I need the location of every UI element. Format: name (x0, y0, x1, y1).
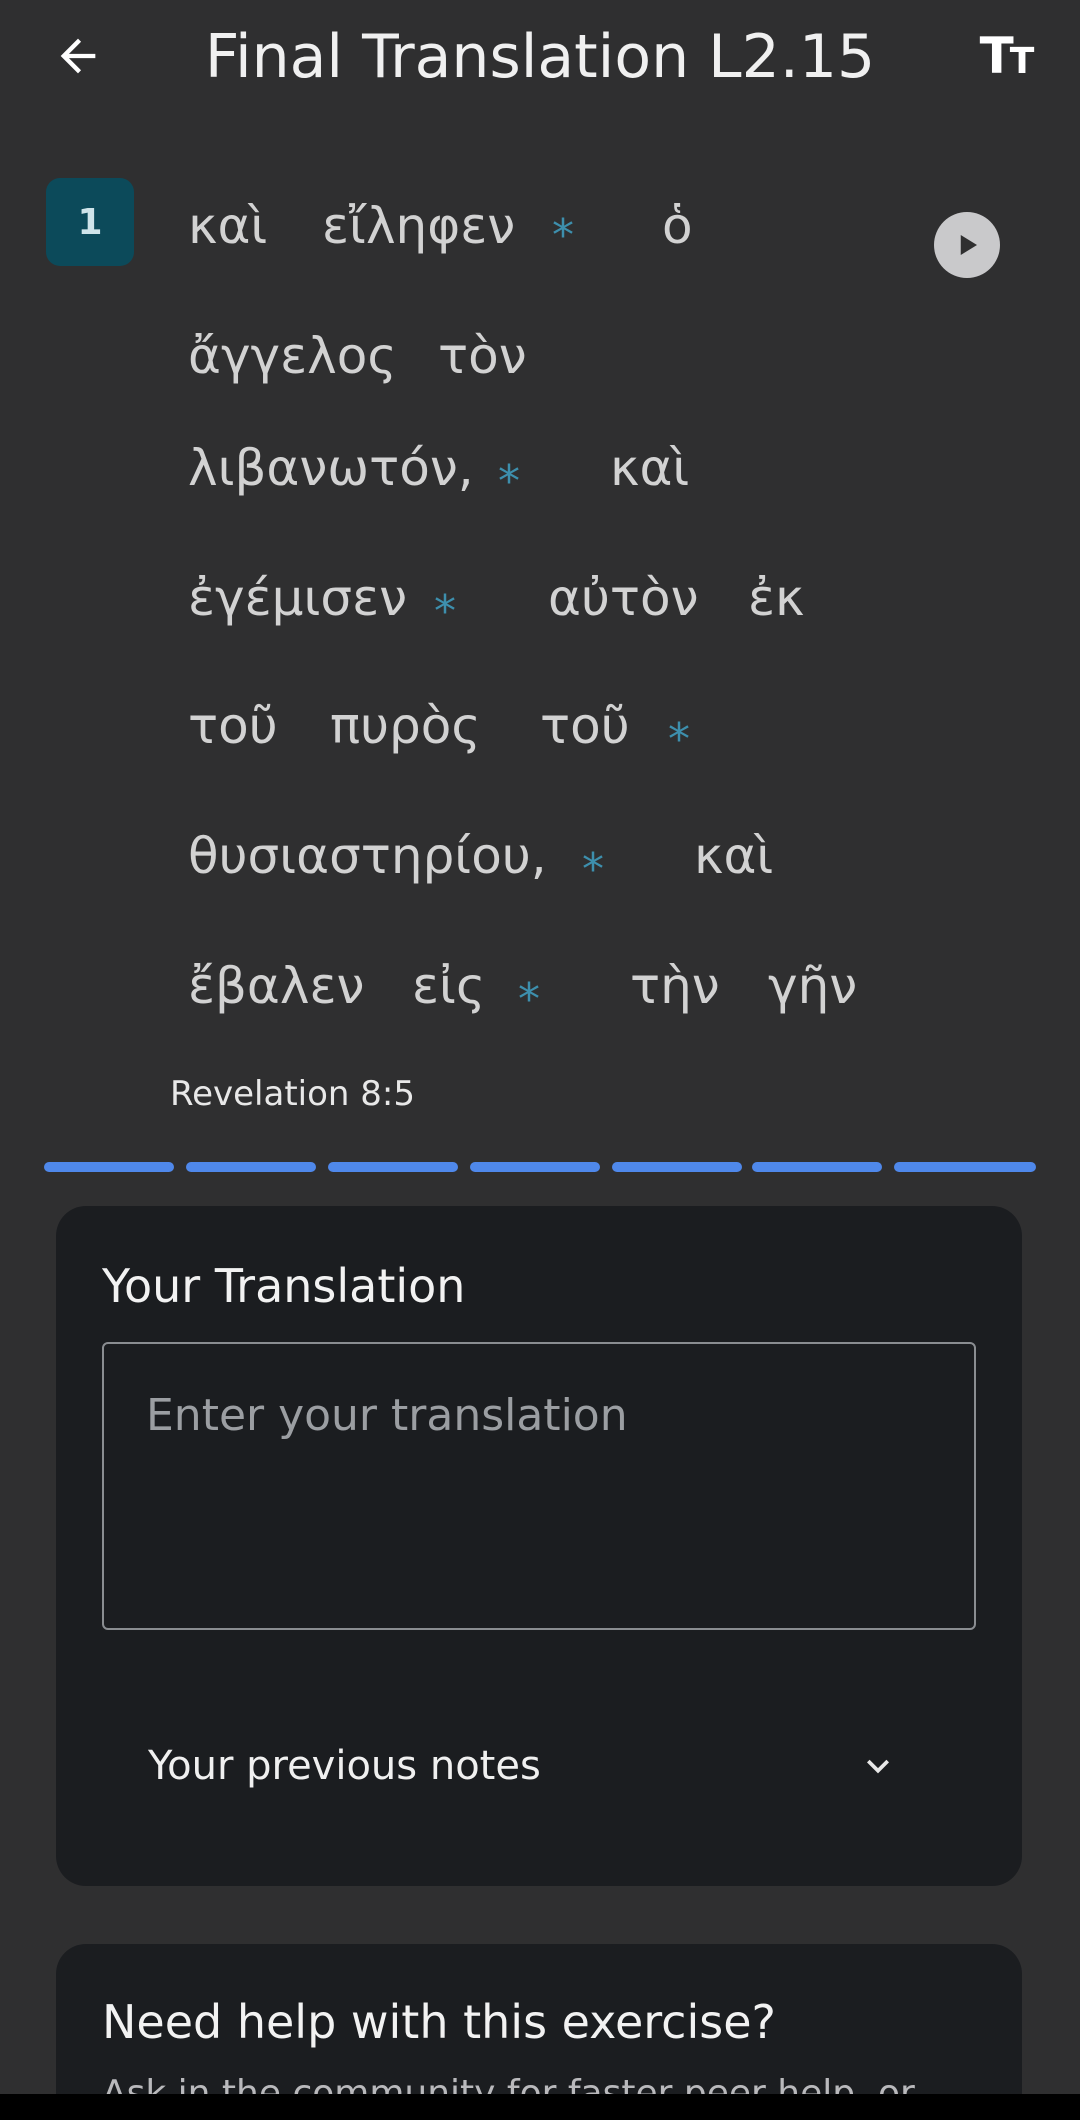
greek-word[interactable]: λιβανωτόν, (188, 436, 474, 500)
previous-notes-toggle[interactable]: Your previous notes (102, 1710, 976, 1820)
greek-word[interactable]: τὴν (630, 954, 720, 1018)
note-marker[interactable]: * (518, 968, 540, 1032)
note-marker[interactable]: * (498, 450, 520, 514)
play-icon (960, 235, 977, 255)
chevron-down-icon (867, 1759, 889, 1774)
greek-word[interactable]: θυσιαστηρίου, (188, 824, 547, 888)
greek-word[interactable]: τοῦ (540, 694, 630, 758)
verse-reference: Revelation 8:5 (170, 1074, 415, 1114)
progress-segment (752, 1162, 882, 1172)
note-marker[interactable]: * (552, 204, 574, 268)
verse-number-badge: 1 (46, 178, 134, 266)
greek-word[interactable]: ἔβαλεν (188, 954, 364, 1018)
text-size-button[interactable]: TT (972, 24, 1042, 88)
greek-word[interactable]: τοῦ (188, 694, 278, 758)
greek-word[interactable]: ἄγγελος (188, 324, 397, 388)
note-marker[interactable]: * (582, 838, 604, 902)
text-size-icon: TT (979, 27, 1035, 85)
greek-word[interactable]: εἰς (412, 954, 485, 1018)
greek-word[interactable]: τὸν (438, 324, 527, 388)
help-card-title: Need help with this exercise? (102, 1995, 776, 2049)
greek-word[interactable]: καὶ (610, 436, 689, 500)
greek-word[interactable]: καὶ (694, 824, 773, 888)
greek-word[interactable]: καὶ (188, 194, 267, 258)
progress-segment (894, 1162, 1036, 1172)
progress-segment (612, 1162, 742, 1172)
system-nav-bar (0, 2094, 1080, 2120)
note-marker[interactable]: * (668, 708, 690, 772)
translation-card-title: Your Translation (102, 1259, 466, 1313)
progress-segment (328, 1162, 458, 1172)
greek-word[interactable]: ἐκ (748, 566, 805, 630)
greek-word[interactable]: γῆν (768, 954, 857, 1018)
greek-word[interactable]: πυρὸς (330, 694, 481, 758)
note-marker[interactable]: * (434, 580, 456, 644)
progress-segment (44, 1162, 174, 1172)
progress-segment (470, 1162, 600, 1172)
app-screen: Final Translation L2.15 TT 1 καὶ εἴληφεν… (0, 0, 1080, 2120)
progress-segment (186, 1162, 316, 1172)
greek-word[interactable]: αὐτὸν (548, 566, 699, 630)
previous-notes-label: Your previous notes (148, 1743, 541, 1789)
greek-word[interactable]: εἴληφεν (322, 194, 515, 258)
page-title: Final Translation L2.15 (204, 22, 876, 92)
translation-card: Your Translation Your previous notes (56, 1206, 1022, 1886)
top-app-bar: Final Translation L2.15 TT (0, 0, 1080, 112)
greek-word[interactable]: ὁ (662, 194, 693, 258)
translation-input[interactable] (102, 1342, 976, 1630)
greek-word[interactable]: ἐγέμισεν (188, 566, 407, 630)
play-audio-button[interactable] (934, 212, 1000, 278)
